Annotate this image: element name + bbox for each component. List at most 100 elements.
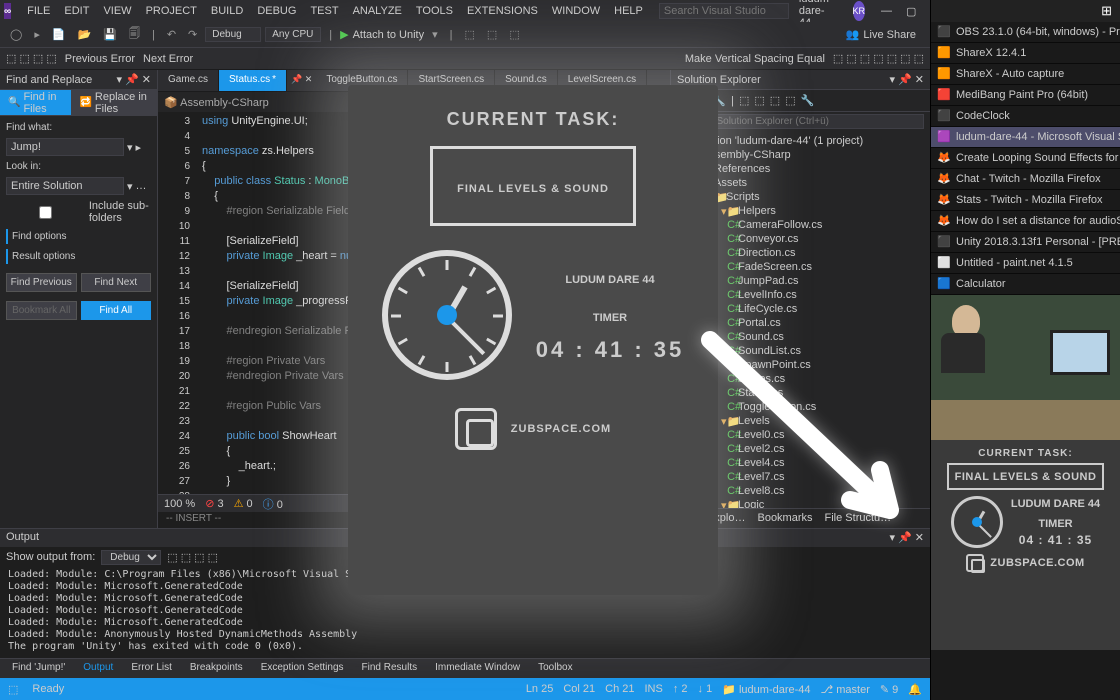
toolbar-secondary: ⬚ ⬚ ⬚ ⬚ Previous Error Next Error Make V… [0,48,930,70]
pin-icon[interactable]: ▾ 📌 ✕ [889,531,924,545]
tool-icon[interactable]: 🔧 [801,94,815,107]
notif-icon[interactable]: 🔔 [908,683,922,696]
menu-build[interactable]: BUILD [205,3,249,19]
config-select[interactable]: Debug [205,27,261,42]
bottom-tab[interactable]: Find Results [354,659,426,678]
play-icon[interactable]: ▶ [340,28,348,41]
status-ready: Ready [32,683,64,695]
bottom-tab[interactable]: Exception Settings [253,659,352,678]
webcam-feed [931,295,1120,440]
browse-icon[interactable]: … [136,180,147,192]
tool-icon[interactable]: ⬚ [483,26,501,43]
find-all-button[interactable]: Find All [81,301,152,320]
bottom-tab[interactable]: Find 'Jump!' [4,659,73,678]
spacing-button[interactable]: Make Vertical Spacing Equal [685,53,825,65]
find-next-button[interactable]: Find Next [81,273,152,292]
menu-analyze[interactable]: ANALYZE [347,3,408,19]
dropdown-icon[interactable]: ▾ [127,180,133,193]
menu-edit[interactable]: EDIT [58,3,95,19]
bottom-tab[interactable]: Breakpoints [182,659,251,678]
menu-file[interactable]: FILE [21,3,56,19]
result-options-expand[interactable]: Result options [6,249,151,264]
panel-tab[interactable]: File Structu… [819,509,898,528]
windows-icon[interactable]: ⊞ [1101,3,1112,19]
user-avatar[interactable]: KR [853,1,866,21]
bottom-tab[interactable]: Error List [123,659,180,678]
pin-icon[interactable]: ▾ 📌 ✕ [116,73,151,86]
menu-window[interactable]: WINDOW [546,3,606,19]
save-icon[interactable]: 💾 [99,26,121,43]
taskbar-item[interactable]: 🦊Stats - Twitch - Mozilla Firefox [931,190,1120,211]
expand-icon[interactable]: ▸ [136,141,142,154]
taskbar-item[interactable]: ⬛CodeClock [931,106,1120,127]
asm-dropdown[interactable]: 📦 Assembly-CSharp [164,96,269,109]
clock-icon [382,250,512,380]
menu-extensions[interactable]: EXTENSIONS [461,3,544,19]
editor-tab[interactable]: Status.cs [219,70,287,91]
menubar: FILEEDITVIEWPROJECTBUILDDEBUGTESTANALYZE… [21,3,649,19]
find-in-files-tab[interactable]: 🔍 Find in Files [0,90,71,115]
tool-icon[interactable]: ⬚ [770,94,780,107]
taskbar-item[interactable]: 🦊How do I set a distance for audioSource… [931,211,1120,232]
dropdown-icon[interactable]: ▾ [127,141,133,154]
replace-in-files-tab[interactable]: 🔁 Replace in Files [71,90,157,115]
bottom-tab[interactable]: Output [75,659,121,678]
menu-tools[interactable]: TOOLS [410,3,459,19]
output-from-select[interactable]: Debug [101,550,161,565]
taskbar-item[interactable]: 🟥MediBang Paint Pro (64bit) [931,85,1120,106]
forward-icon[interactable]: ▸ [30,26,44,43]
liveshare-button[interactable]: 👥Live Share [838,26,924,43]
prev-error-button[interactable]: Previous Error [65,53,135,65]
taskbar-item[interactable]: 🦊Chat - Twitch - Mozilla Firefox [931,169,1120,190]
tool-icon[interactable]: ⬚ [785,94,795,107]
lookin-label: Look in: [6,161,151,172]
bottom-tab[interactable]: Toolbox [530,659,580,678]
minimize-icon[interactable]: — [881,5,892,18]
lookin-select[interactable] [6,177,124,195]
panel-tab[interactable]: Bookmarks [751,509,818,528]
titlebar: ∞ FILEEDITVIEWPROJECTBUILDDEBUGTESTANALY… [0,0,930,22]
bookmark-all-button: Bookmark All [6,301,77,320]
tool-icon[interactable]: ⬚ [505,26,523,43]
tb2-icon[interactable]: ⬚ ⬚ ⬚ ⬚ [6,52,57,65]
subfolders-checkbox[interactable] [6,206,85,219]
taskbar-item[interactable]: 🟧ShareX 12.4.1 [931,43,1120,64]
editor-tab[interactable]: Game.cs [158,70,219,91]
tool-icon[interactable]: ⬚ [739,94,749,107]
new-icon[interactable]: 📄 [48,26,70,43]
tool-icon[interactable]: ⬚ [461,26,479,43]
menu-test[interactable]: TEST [304,3,344,19]
tool-icon[interactable]: ⬚ [754,94,764,107]
open-icon[interactable]: 📂 [74,26,96,43]
taskbar-item[interactable]: ⬜Untitled - paint.net 4.1.5 [931,253,1120,274]
find-options-expand[interactable]: Find options [6,229,151,244]
tool-icon[interactable]: ⬚ ⬚ ⬚ ⬚ [167,551,218,564]
zubspace-logo-icon [455,408,497,450]
taskbar-item[interactable]: 🟦Calculator [931,274,1120,295]
search-input[interactable] [659,3,789,19]
vs-logo-icon: ∞ [4,3,11,19]
windows-taskbar: ⊞ ⬛OBS 23.1.0 (64-bit, windows) - Profil… [930,0,1120,700]
taskbar-item[interactable]: 🦊Create Looping Sound Effects for Games … [931,148,1120,169]
back-icon[interactable]: ◯ [6,26,26,43]
pin-icon[interactable]: ▾ 📌 ✕ [889,73,924,86]
saveall-icon[interactable]: 🗐 [125,23,144,46]
taskbar-item[interactable]: ⬛Unity 2018.3.13f1 Personal - [PREVIEW P… [931,232,1120,253]
attach-button[interactable]: Attach to Unity [353,29,425,41]
find-previous-button[interactable]: Find Previous [6,273,77,292]
next-error-button[interactable]: Next Error [143,53,193,65]
find-what-input[interactable] [6,138,124,156]
platform-select[interactable]: Any CPU [265,27,321,42]
undo-icon[interactable]: ↶ [163,26,180,43]
zoom-level[interactable]: 100 % [164,498,195,510]
taskbar-item[interactable]: ⬛OBS 23.1.0 (64-bit, windows) - Profile:… [931,22,1120,43]
taskbar-item[interactable]: 🟧ShareX - Auto capture [931,64,1120,85]
bottom-tab[interactable]: Immediate Window [427,659,528,678]
menu-view[interactable]: VIEW [97,3,137,19]
menu-project[interactable]: PROJECT [140,3,203,19]
redo-icon[interactable]: ↷ [184,26,201,43]
menu-help[interactable]: HELP [608,3,649,19]
menu-debug[interactable]: DEBUG [251,3,302,19]
maximize-icon[interactable]: ▢ [906,5,916,18]
taskbar-item[interactable]: 🟪ludum-dare-44 - Microsoft Visual Studio [931,127,1120,148]
